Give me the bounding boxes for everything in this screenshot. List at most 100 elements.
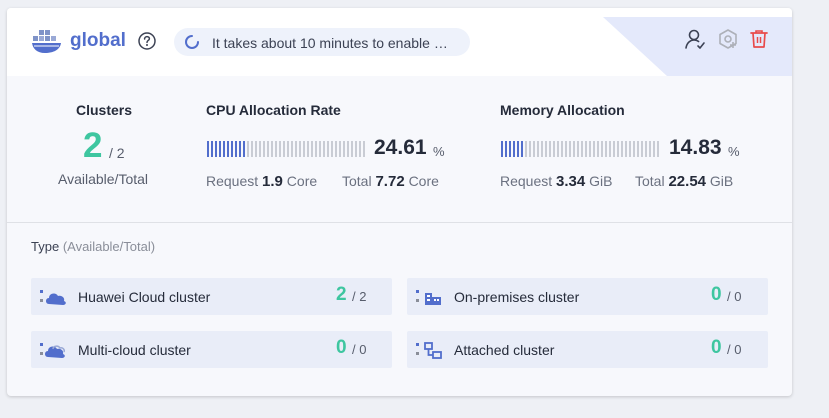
memory-bar-segment bbox=[573, 141, 575, 157]
cpu-bar-segment bbox=[283, 141, 285, 157]
memory-bar-segment bbox=[625, 141, 627, 157]
memory-bar-segment bbox=[641, 141, 643, 157]
cpu-bar-segment bbox=[247, 141, 249, 157]
cpu-bar-segment bbox=[295, 141, 297, 157]
memory-bar-segment bbox=[533, 141, 535, 157]
memory-bar-segment bbox=[629, 141, 631, 157]
memory-total-unit: GiB bbox=[709, 173, 734, 189]
cpu-bar-segment bbox=[259, 141, 261, 157]
card-header: global It takes about 10 minutes to enab… bbox=[7, 8, 792, 76]
cpu-bar-segment bbox=[251, 141, 253, 157]
memory-bar-segment bbox=[589, 141, 591, 157]
cpu-bar-segment bbox=[207, 141, 209, 157]
memory-bar-segment bbox=[501, 141, 503, 157]
cpu-bar-segment bbox=[215, 141, 217, 157]
docker-logo-icon bbox=[32, 30, 61, 53]
cpu-label: CPU Allocation Rate bbox=[206, 102, 341, 118]
cpu-request-value: 1.9 bbox=[262, 173, 283, 190]
cpu-bar-segment bbox=[327, 141, 329, 157]
notice-text: It takes about 10 minutes to enable … bbox=[212, 35, 448, 51]
memory-bar-segment bbox=[513, 141, 515, 157]
type-available: 2 bbox=[336, 284, 347, 305]
type-card-attached[interactable]: Attached cluster 0 / 0 bbox=[407, 331, 768, 368]
memory-rate-unit: % bbox=[728, 144, 740, 159]
cpu-allocation-bar bbox=[207, 141, 365, 157]
cpu-bar-segment bbox=[355, 141, 357, 157]
cluster-title[interactable]: global bbox=[70, 30, 126, 52]
memory-bar-segment bbox=[597, 141, 599, 157]
cpu-bar-segment bbox=[271, 141, 273, 157]
type-available: 0 bbox=[711, 337, 722, 358]
type-section-title: Type (Available/Total) bbox=[31, 239, 155, 254]
clusters-caption: Available/Total bbox=[58, 171, 149, 187]
cpu-bar-segment bbox=[307, 141, 309, 157]
cpu-bar-segment bbox=[347, 141, 349, 157]
memory-request-value: 3.34 bbox=[556, 173, 586, 190]
memory-bar-segment bbox=[577, 141, 579, 157]
cpu-rate: 24.61 bbox=[374, 136, 427, 159]
cpu-bar-segment bbox=[303, 141, 305, 157]
enable-notice: It takes about 10 minutes to enable … bbox=[174, 28, 470, 56]
add-plugin-icon[interactable] bbox=[717, 28, 739, 50]
memory-bar-segment bbox=[517, 141, 519, 157]
memory-bar-segment bbox=[553, 141, 555, 157]
memory-bar-segment bbox=[549, 141, 551, 157]
cpu-total-unit: Core bbox=[408, 173, 439, 189]
cpu-bar-segment bbox=[219, 141, 221, 157]
memory-bar-segment bbox=[585, 141, 587, 157]
memory-bar-segment bbox=[509, 141, 511, 157]
cpu-bar-segment bbox=[351, 141, 353, 157]
cpu-bar-segment bbox=[287, 141, 289, 157]
memory-bar-segment bbox=[525, 141, 527, 157]
type-title-text: Type bbox=[31, 239, 60, 254]
type-card-on-premises[interactable]: On-premises cluster 0 / 0 bbox=[407, 278, 768, 315]
memory-allocation-bar bbox=[501, 141, 659, 157]
memory-bar-segment bbox=[613, 141, 615, 157]
help-icon[interactable] bbox=[138, 32, 156, 50]
cpu-bar-segment bbox=[299, 141, 301, 157]
type-name: Huawei Cloud cluster bbox=[78, 289, 211, 305]
cpu-bar-segment bbox=[339, 141, 341, 157]
memory-bar-segment bbox=[565, 141, 567, 157]
type-available: 0 bbox=[336, 337, 347, 358]
memory-label: Memory Allocation bbox=[500, 102, 625, 118]
cpu-bar-segment bbox=[291, 141, 293, 157]
memory-bar-segment bbox=[505, 141, 507, 157]
cpu-request: Request 1.9 Core bbox=[206, 173, 317, 190]
cpu-total-label: Total bbox=[342, 173, 372, 189]
type-name: Multi-cloud cluster bbox=[78, 342, 191, 358]
cpu-bar-segment bbox=[323, 141, 325, 157]
type-total: / 0 bbox=[352, 342, 367, 357]
memory-bar-segment bbox=[601, 141, 603, 157]
delete-icon[interactable] bbox=[748, 28, 770, 50]
type-available: 0 bbox=[711, 284, 722, 305]
on-premises-icon bbox=[416, 290, 441, 305]
type-card-huawei-cloud[interactable]: Huawei Cloud cluster 2 / 2 bbox=[31, 278, 392, 315]
memory-request: Request 3.34 GiB bbox=[500, 173, 612, 190]
clusters-label: Clusters bbox=[76, 102, 133, 118]
cpu-bar-segment bbox=[359, 141, 361, 157]
clusters-total: / 2 bbox=[109, 145, 125, 161]
memory-rate: 14.83 bbox=[669, 136, 722, 159]
cpu-bar-segment bbox=[263, 141, 265, 157]
cpu-bar-segment bbox=[275, 141, 277, 157]
user-permission-icon[interactable] bbox=[684, 28, 706, 50]
cpu-bar-segment bbox=[331, 141, 333, 157]
type-card-multi-cloud[interactable]: Multi-cloud cluster 0 / 0 bbox=[31, 331, 392, 368]
cpu-bar-segment bbox=[319, 141, 321, 157]
cloud-server-icon bbox=[40, 290, 66, 305]
memory-bar-segment bbox=[617, 141, 619, 157]
memory-bar-segment bbox=[581, 141, 583, 157]
cpu-rate-unit: % bbox=[433, 144, 445, 159]
cpu-bar-segment bbox=[223, 141, 225, 157]
memory-bar-segment bbox=[521, 141, 523, 157]
memory-bar-segment bbox=[649, 141, 651, 157]
memory-bar-segment bbox=[545, 141, 547, 157]
memory-bar-segment bbox=[633, 141, 635, 157]
memory-bar-segment bbox=[541, 141, 543, 157]
type-total: / 0 bbox=[727, 289, 742, 304]
memory-bar-segment bbox=[609, 141, 611, 157]
cpu-bar-segment bbox=[231, 141, 233, 157]
type-name: On-premises cluster bbox=[454, 289, 580, 305]
memory-bar-segment bbox=[557, 141, 559, 157]
